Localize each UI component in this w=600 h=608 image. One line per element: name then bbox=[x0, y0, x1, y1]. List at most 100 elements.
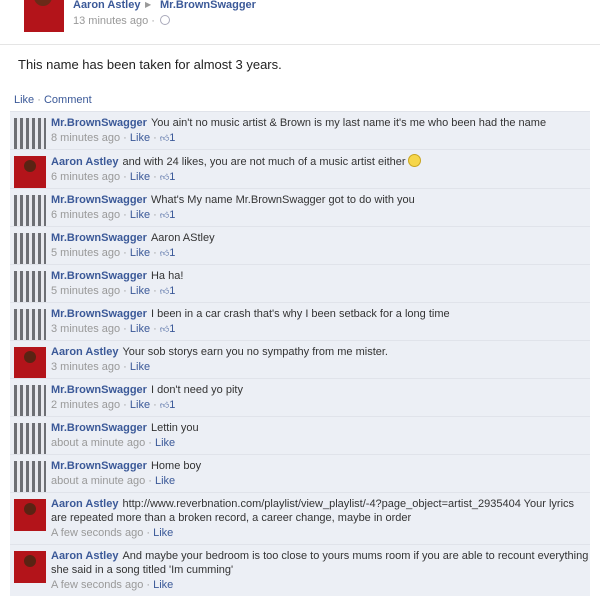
like-count[interactable]: 1 bbox=[169, 399, 175, 411]
like-count[interactable]: 1 bbox=[169, 247, 175, 259]
thumbs-up-icon[interactable]: 👍︎ bbox=[160, 210, 169, 220]
comment-timestamp[interactable]: A few seconds ago · bbox=[51, 527, 150, 539]
comment-meta: 3 minutes ago · Like · 👍︎1 bbox=[51, 322, 590, 336]
post-time-text[interactable]: 13 minutes ago · bbox=[73, 15, 155, 27]
comment-author-link[interactable]: Mr.BrownSwagger bbox=[51, 270, 147, 282]
commenter-avatar[interactable] bbox=[14, 271, 46, 303]
comment-meta: 2 minutes ago · Like · 👍︎1 bbox=[51, 398, 590, 412]
comment-item: Mr.BrownSwagger Home boy about a minute ag… bbox=[10, 454, 590, 493]
like-count[interactable]: 1 bbox=[169, 209, 175, 221]
comment-like-link[interactable]: Like bbox=[155, 475, 175, 487]
comment-item: Aaron Astley and with 24 likes, you are n… bbox=[10, 149, 590, 188]
comment-author-link[interactable]: Mr.BrownSwagger bbox=[51, 194, 147, 206]
comment-content: Mr.BrownSwagger I been in a car crash tha… bbox=[51, 307, 590, 321]
comment-author-link[interactable]: Mr.BrownSwagger bbox=[51, 232, 147, 244]
comment-like-link[interactable]: Like bbox=[153, 579, 173, 591]
comment-like-link[interactable]: Like bbox=[155, 437, 175, 449]
comment-like-link[interactable]: Like bbox=[130, 285, 150, 297]
comment-item: Mr.BrownSwagger You ain't no music artist… bbox=[10, 111, 590, 150]
comment-like-link[interactable]: Like bbox=[130, 399, 150, 411]
thumbs-up-icon[interactable]: 👍︎ bbox=[160, 172, 169, 182]
thumbs-up-icon[interactable]: 👍︎ bbox=[160, 400, 169, 410]
comment-author-link[interactable]: Mr.BrownSwagger bbox=[51, 308, 147, 320]
post-author-link[interactable]: Aaron Astley bbox=[73, 0, 140, 11]
separator: · bbox=[150, 209, 160, 221]
comment-timestamp[interactable]: about a minute ago · bbox=[51, 475, 152, 487]
like-link[interactable]: Like bbox=[14, 94, 34, 106]
commenter-avatar[interactable] bbox=[14, 551, 46, 583]
comment-author-link[interactable]: Aaron Astley bbox=[51, 550, 118, 562]
comment-author-link[interactable]: Aaron Astley bbox=[51, 498, 118, 510]
comment-timestamp[interactable]: A few seconds ago · bbox=[51, 579, 150, 591]
comment-timestamp[interactable]: 3 minutes ago · bbox=[51, 323, 127, 335]
comment-timestamp[interactable]: 8 minutes ago · bbox=[51, 132, 127, 144]
comment-author-link[interactable]: Mr.BrownSwagger bbox=[51, 422, 147, 434]
separator: · bbox=[37, 94, 41, 106]
comment-content: Aaron Astley http://www.reverbnation.com/… bbox=[51, 497, 590, 525]
comment-link[interactable]: Comment bbox=[44, 94, 92, 106]
like-count[interactable]: 1 bbox=[169, 171, 175, 183]
commenter-avatar[interactable] bbox=[14, 499, 46, 531]
comment-timestamp[interactable]: 6 minutes ago · bbox=[51, 209, 127, 221]
thumbs-up-icon[interactable]: 👍︎ bbox=[160, 286, 169, 296]
comment-author-link[interactable]: Mr.BrownSwagger bbox=[51, 460, 147, 472]
comment-text: and with 24 likes, you are not much of a… bbox=[122, 156, 406, 168]
post-target-link[interactable]: Mr.BrownSwagger bbox=[160, 0, 256, 11]
like-count[interactable]: 1 bbox=[169, 323, 175, 335]
comment-author-link[interactable]: Mr.BrownSwagger bbox=[51, 384, 147, 396]
commenter-avatar[interactable] bbox=[14, 156, 46, 188]
globe-icon bbox=[160, 15, 170, 25]
separator: · bbox=[150, 132, 160, 144]
comment-author-link[interactable]: Mr.BrownSwagger bbox=[51, 117, 147, 129]
author-avatar[interactable] bbox=[24, 0, 64, 32]
comment-like-link[interactable]: Like bbox=[153, 527, 173, 539]
comment-timestamp[interactable]: about a minute ago · bbox=[51, 437, 152, 449]
post-body: This name has been taken for almost 3 ye… bbox=[18, 57, 282, 72]
comment-item: Mr.BrownSwagger I don't need yo pity 2 min… bbox=[10, 378, 590, 417]
comment-item: Aaron Astley Your sob storys earn you no … bbox=[10, 340, 590, 379]
thumbs-up-icon[interactable]: 👍︎ bbox=[160, 324, 169, 334]
thumbs-up-icon[interactable]: 👍︎ bbox=[160, 248, 169, 258]
post-header: Aaron Astley ▶ Mr.BrownSwagger 13 minute… bbox=[0, 0, 600, 44]
commenter-avatar[interactable] bbox=[14, 461, 46, 493]
commenter-avatar[interactable] bbox=[14, 309, 46, 341]
like-count[interactable]: 1 bbox=[169, 285, 175, 297]
comment-text: Ha ha! bbox=[150, 270, 184, 282]
comment-meta: 8 minutes ago · Like · 👍︎1 bbox=[51, 131, 590, 145]
comment-meta: A few seconds ago · Like bbox=[51, 526, 590, 540]
commenter-avatar[interactable] bbox=[14, 385, 46, 417]
comment-timestamp[interactable]: 2 minutes ago · bbox=[51, 399, 127, 411]
comment-like-link[interactable]: Like bbox=[130, 132, 150, 144]
comment-text: I been in a car crash that's why I been … bbox=[150, 308, 450, 320]
comment-content: Mr.BrownSwagger Aaron AStley bbox=[51, 231, 590, 245]
commenter-avatar[interactable] bbox=[14, 347, 46, 379]
thumbs-up-icon[interactable]: 👍︎ bbox=[160, 133, 169, 143]
comment-meta: 3 minutes ago · Like bbox=[51, 360, 590, 374]
comment-author-link[interactable]: Aaron Astley bbox=[51, 346, 118, 358]
comment-meta: 5 minutes ago · Like · 👍︎1 bbox=[51, 284, 590, 298]
like-count[interactable]: 1 bbox=[169, 132, 175, 144]
comment-meta: about a minute ago · Like bbox=[51, 474, 590, 488]
commenter-avatar[interactable] bbox=[14, 118, 46, 150]
divider bbox=[0, 44, 600, 45]
comment-like-link[interactable]: Like bbox=[130, 171, 150, 183]
comment-like-link[interactable]: Like bbox=[130, 323, 150, 335]
comment-content: Mr.BrownSwagger What's My name Mr.BrownSw… bbox=[51, 193, 590, 207]
commenter-avatar[interactable] bbox=[14, 423, 46, 455]
comment-like-link[interactable]: Like bbox=[130, 247, 150, 259]
comment-timestamp[interactable]: 5 minutes ago · bbox=[51, 285, 127, 297]
commenter-avatar[interactable] bbox=[14, 195, 46, 227]
smiley-icon bbox=[407, 154, 421, 167]
post-timestamp: 13 minutes ago · bbox=[73, 15, 170, 27]
comment-timestamp[interactable]: 3 minutes ago · bbox=[51, 361, 127, 373]
comment-like-link[interactable]: Like bbox=[130, 209, 150, 221]
comment-text: Aaron AStley bbox=[150, 232, 215, 244]
comment-meta: 6 minutes ago · Like · 👍︎1 bbox=[51, 170, 590, 184]
comment-timestamp[interactable]: 5 minutes ago · bbox=[51, 247, 127, 259]
commenter-avatar[interactable] bbox=[14, 233, 46, 265]
comment-content: Aaron Astley And maybe your bedroom is to… bbox=[51, 549, 590, 577]
comment-like-link[interactable]: Like bbox=[130, 361, 150, 373]
comment-author-link[interactable]: Aaron Astley bbox=[51, 156, 118, 168]
comment-item: Aaron Astley http://www.reverbnation.com/… bbox=[10, 492, 590, 544]
comment-timestamp[interactable]: 6 minutes ago · bbox=[51, 171, 127, 183]
